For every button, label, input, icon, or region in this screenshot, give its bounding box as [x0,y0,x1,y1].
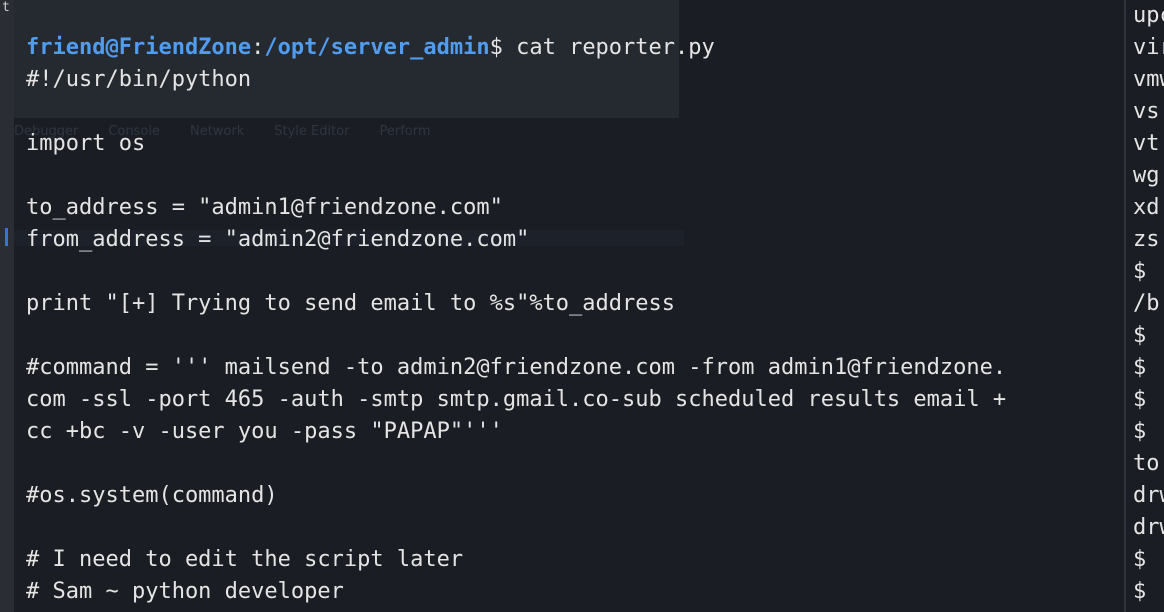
right-pane-line: zs [1133,227,1160,252]
right-pane-line: drw [1133,515,1164,540]
right-pane-line: vt [1133,131,1160,156]
terminal-line: #command = ''' mailsend -to admin2@frien… [26,355,1007,380]
left-window-edge: t [0,0,14,612]
terminal-line: import os [26,131,146,156]
terminal-right-pane[interactable]: upc vir vmw vs vt wg xd zs $ /b $ $ $ $ to drw drw $ $ [1126,0,1164,612]
right-pane-line: upc [1133,3,1164,28]
right-pane-line: vir [1133,35,1164,60]
right-pane-line: $ [1133,547,1147,572]
right-pane-line: drw [1133,483,1164,508]
terminal-line: # Sam ~ python developer [26,579,344,604]
prompt-command: cat reporter.py [502,35,715,60]
terminal-line: to_address = "admin1@friendzone.com" [26,195,503,220]
prompt-colon: : [251,35,265,60]
right-pane-line: $ [1133,323,1147,348]
terminal-line: from_address = "admin2@friendzone.com" [26,227,530,252]
right-pane-line: $ [1133,259,1147,284]
terminal-line: print "[+] Trying to send email to %s"%t… [26,291,676,316]
right-pane-line: /b [1133,291,1160,316]
right-pane-line: xd [1133,195,1160,220]
terminal-line: # I need to edit the script later [26,547,464,572]
prompt-path: /opt/server_admin [264,35,490,60]
prompt-dollar: $ [489,35,503,60]
left-edge-text: t [2,0,10,15]
terminal-line: #!/usr/bin/python [26,67,252,92]
terminal-line: com -ssl -port 465 -auth -smtp smtp.gmai… [26,387,1007,412]
left-edge-accent [5,228,8,246]
right-pane-line: to [1133,451,1160,476]
right-pane-line: $ [1133,419,1147,444]
right-pane-line: vmw [1133,67,1164,92]
terminal-main[interactable]: friend@FriendZone:/opt/server_admin$ cat… [14,0,1124,612]
terminal-line: #os.system(command) [26,483,278,508]
right-pane-line: $ [1133,355,1147,380]
right-pane-line: vs [1133,99,1160,124]
right-pane-line: wg [1133,163,1160,188]
right-pane-line: $ [1133,579,1147,604]
right-pane-line: $ [1133,387,1147,412]
prompt-line: friend@FriendZone:/opt/server_admin$ cat… [26,32,715,64]
terminal-line: cc +bc -v -user you -pass "PAPAP"''' [26,419,503,444]
prompt-user-host: friend@FriendZone [26,35,252,60]
